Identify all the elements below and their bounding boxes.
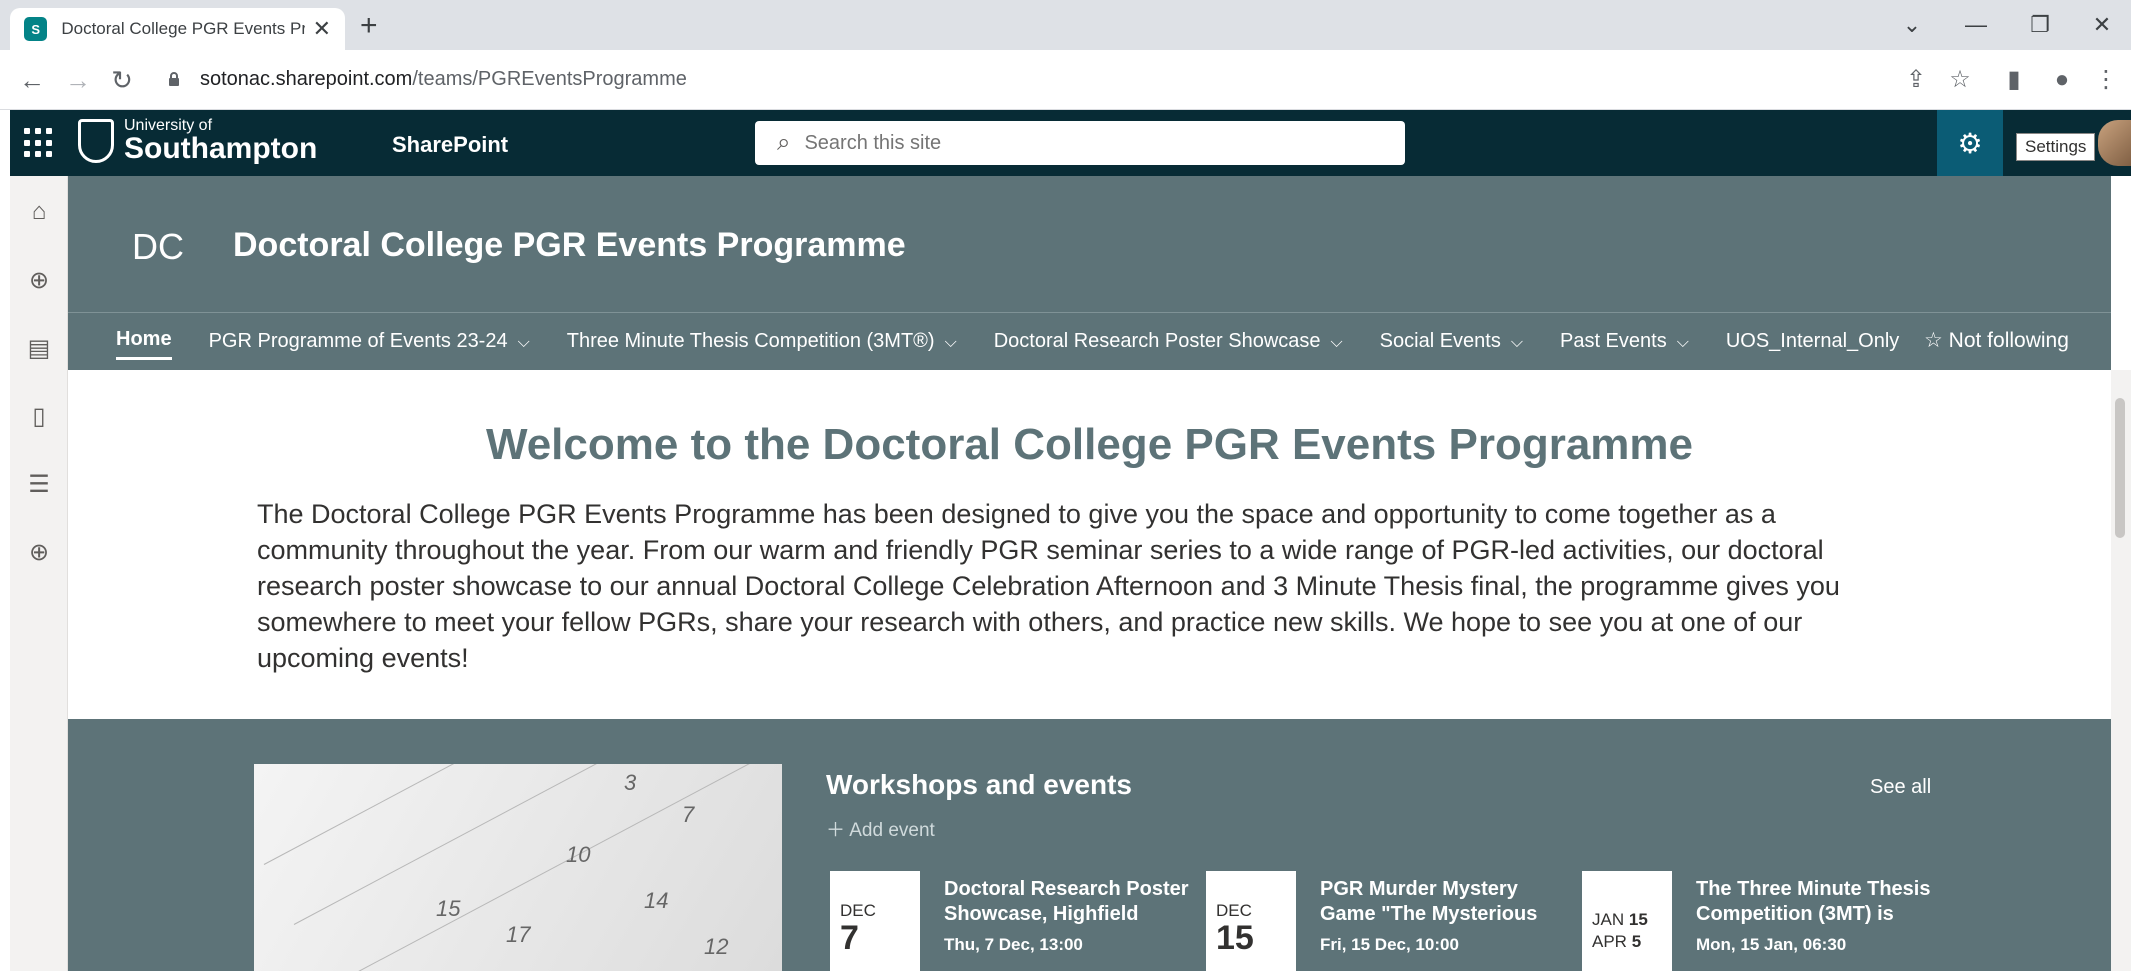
chevron-down-icon: ⌵ — [944, 333, 957, 351]
side-panel-icon[interactable]: ▮ — [1998, 64, 2030, 96]
globe-icon[interactable]: ⊕ — [20, 262, 58, 300]
nav-3mt[interactable]: Three Minute Thesis Competition (3MT®) ⌵ — [567, 330, 957, 359]
site-header: DC Doctoral College PGR Events Programme… — [68, 176, 2111, 370]
event-card[interactable]: JAN 15 APR 5 The Three Minute Thesis Comp… — [1582, 871, 1942, 971]
chevron-down-icon: ⌵ — [517, 333, 530, 351]
chevron-down-icon: ⌵ — [1676, 333, 1689, 351]
event-title[interactable]: PGR Murder Mystery Game "The Mysterious — [1320, 877, 1570, 927]
nav-uos-internal[interactable]: UOS_Internal_Only — [1726, 330, 1899, 359]
events-section: 3 7 10 14 15 17 12 Workshops and events … — [68, 719, 2111, 971]
add-event-button[interactable]: ＋ Add event — [826, 815, 935, 842]
news-icon[interactable]: ▤ — [20, 330, 58, 368]
url-path: /teams/PGREventsProgramme — [412, 68, 687, 90]
suite-bar: University of Southampton SharePoint ⌕ ⚙… — [10, 110, 2131, 176]
minimize-button[interactable]: — — [1956, 8, 1996, 42]
new-tab-button[interactable]: + — [360, 8, 378, 44]
page-scrollbar[interactable] — [2111, 370, 2131, 971]
home-icon[interactable]: ⌂ — [20, 193, 58, 231]
forward-icon[interactable]: → — [60, 62, 96, 98]
logo-text-big: Southampton — [124, 132, 318, 165]
nav-past-events[interactable]: Past Events ⌵ — [1560, 330, 1689, 359]
search-box[interactable]: ⌕ — [755, 121, 1405, 165]
settings-tooltip: Settings — [2016, 133, 2096, 161]
tab-title: Doctoral College PGR Events Pro — [61, 19, 305, 38]
site-logo-initials[interactable]: DC — [132, 226, 184, 268]
nav-home[interactable]: Home — [116, 328, 172, 360]
document-icon[interactable]: ▯ — [20, 398, 58, 436]
avatar[interactable] — [2098, 120, 2131, 166]
event-date: DEC 15 — [1206, 871, 1296, 971]
events-title: Workshops and events — [826, 769, 1133, 800]
lists-icon[interactable]: ☰ — [20, 466, 58, 504]
star-outline-icon: ☆ — [1924, 329, 1943, 352]
event-time: Thu, 7 Dec, 13:00 — [944, 935, 1083, 954]
close-window-button[interactable]: ✕ — [2082, 8, 2122, 42]
settings-gear-button[interactable]: ⚙ — [1937, 110, 2003, 176]
share-icon[interactable]: ⇪ — [1900, 64, 1932, 96]
header-divider — [68, 312, 2111, 313]
bookmark-star-icon[interactable]: ☆ — [1944, 64, 1976, 96]
left-app-bar: ⌂ ⊕ ▤ ▯ ☰ ⊕ — [10, 176, 68, 971]
follow-button[interactable]: ☆ Not following — [1924, 328, 2069, 353]
scrollbar-thumb[interactable] — [2115, 398, 2125, 538]
event-date-range: JAN 15 APR 5 — [1582, 871, 1672, 971]
site-title[interactable]: Doctoral College PGR Events Programme — [233, 226, 906, 265]
see-all-link[interactable]: See all — [1870, 776, 1931, 799]
chevron-down-icon: ⌵ — [1330, 333, 1343, 351]
site-navigation: Home PGR Programme of Events 23-24 ⌵ Thre… — [116, 326, 1936, 362]
event-time: Mon, 15 Jan, 06:30 — [1696, 935, 1847, 954]
nav-social-events[interactable]: Social Events ⌵ — [1380, 330, 1523, 359]
address-bar[interactable]: sotonac.sharepoint.com/teams/PGREventsPr… — [200, 68, 687, 91]
calendar-hero-image: 3 7 10 14 15 17 12 — [254, 764, 782, 971]
search-icon: ⌕ — [777, 129, 791, 156]
crest-icon — [78, 119, 114, 163]
tab-search-icon[interactable]: ⌄ — [1892, 8, 1932, 42]
browser-tabstrip: S Doctoral College PGR Events Pro ✕ + ⌄ … — [0, 0, 2131, 50]
sharepoint-favicon-icon: S — [24, 17, 48, 41]
url-host: sotonac.sharepoint.com — [200, 68, 413, 90]
event-title[interactable]: Doctoral Research Poster Showcase, Highf… — [944, 877, 1194, 927]
welcome-heading: Welcome to the Doctoral College PGR Even… — [485, 420, 1694, 469]
university-logo[interactable]: University of Southampton — [78, 118, 317, 164]
event-time: Fri, 15 Dec, 10:00 — [1320, 935, 1459, 954]
intro-paragraph: The Doctoral College PGR Events Programm… — [257, 499, 1840, 673]
search-input[interactable] — [804, 131, 1365, 155]
close-tab-icon[interactable]: ✕ — [313, 16, 331, 42]
browser-tab[interactable]: S Doctoral College PGR Events Pro ✕ — [10, 8, 345, 50]
event-card[interactable]: DEC 7 Doctoral Research Poster Showcase,… — [830, 871, 1190, 971]
create-icon[interactable]: ⊕ — [20, 534, 58, 572]
chevron-down-icon: ⌵ — [1510, 333, 1523, 351]
nav-poster-showcase[interactable]: Doctoral Research Poster Showcase ⌵ — [994, 330, 1343, 359]
app-name-link[interactable]: SharePoint — [392, 132, 508, 158]
plus-icon: ＋ — [826, 820, 846, 841]
back-icon[interactable]: ← — [14, 62, 50, 98]
event-title[interactable]: The Three Minute Thesis Competition (3MT… — [1696, 877, 1946, 927]
app-launcher-icon[interactable] — [24, 128, 54, 158]
restore-button[interactable]: ❐ — [2020, 8, 2060, 42]
menu-kebab-icon[interactable]: ⋮ — [2090, 64, 2122, 96]
lock-icon — [169, 72, 179, 86]
reload-icon[interactable]: ↻ — [104, 62, 140, 98]
event-date: DEC 7 — [830, 871, 920, 971]
profile-icon[interactable]: ● — [2046, 64, 2078, 96]
nav-pgr-programme[interactable]: PGR Programme of Events 23-24 ⌵ — [209, 330, 530, 359]
event-card[interactable]: DEC 15 PGR Murder Mystery Game "The Myst… — [1206, 871, 1566, 971]
